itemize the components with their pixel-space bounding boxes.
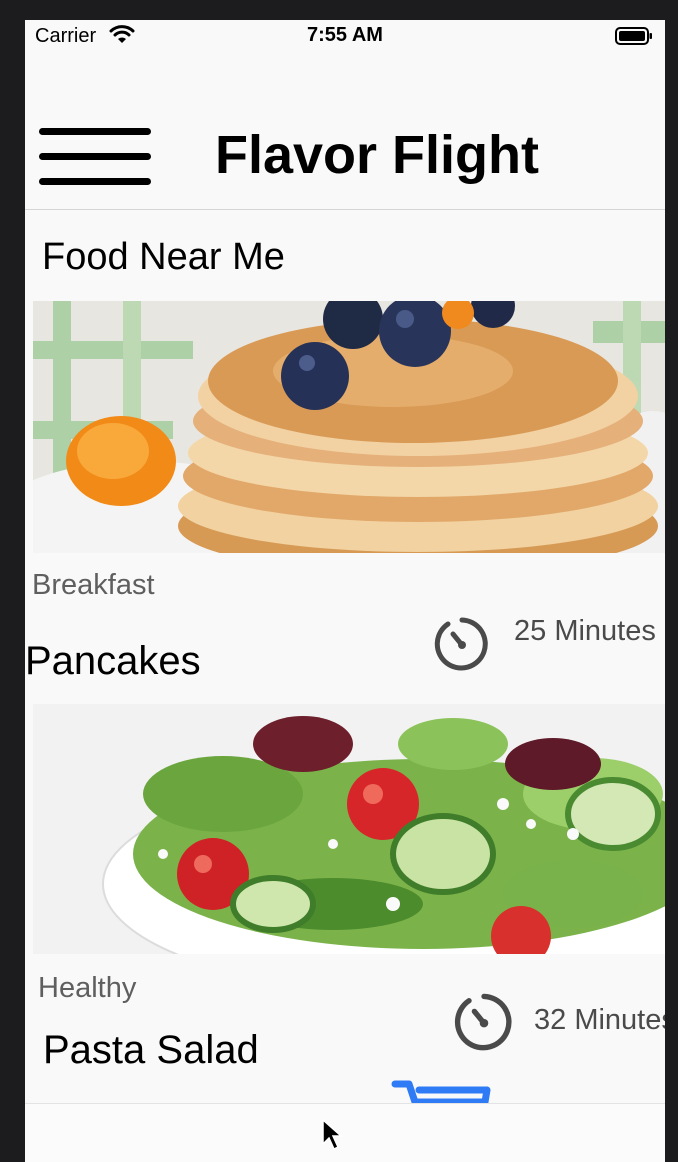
status-bar: Carrier 7:55 AM bbox=[25, 20, 665, 52]
app-title: Flavor Flight bbox=[215, 125, 539, 185]
battery-icon bbox=[615, 27, 652, 45]
clock-label: 7:55 AM bbox=[307, 24, 383, 46]
hamburger-menu-icon[interactable] bbox=[39, 128, 151, 188]
section-title: Food Near Me bbox=[42, 236, 285, 278]
bottom-tab-bar[interactable] bbox=[25, 1103, 665, 1162]
salad-photo[interactable] bbox=[33, 704, 665, 954]
cook-time: 25 Minutes bbox=[514, 615, 656, 647]
card-name[interactable]: Pasta Salad bbox=[43, 1028, 259, 1073]
mouse-cursor-icon bbox=[322, 1118, 343, 1151]
card-name[interactable]: Pancakes bbox=[25, 639, 201, 684]
card-category: Breakfast bbox=[32, 569, 155, 601]
card-category: Healthy bbox=[38, 972, 137, 1004]
cook-time: 32 Minutes bbox=[534, 1004, 665, 1036]
timer-icon bbox=[454, 993, 512, 1051]
header-divider bbox=[25, 209, 665, 210]
phone-screen: Carrier 7:55 AM Flavor Flight Food Near … bbox=[25, 20, 665, 1162]
timer-icon bbox=[434, 617, 488, 671]
pancakes-photo[interactable] bbox=[33, 301, 665, 553]
